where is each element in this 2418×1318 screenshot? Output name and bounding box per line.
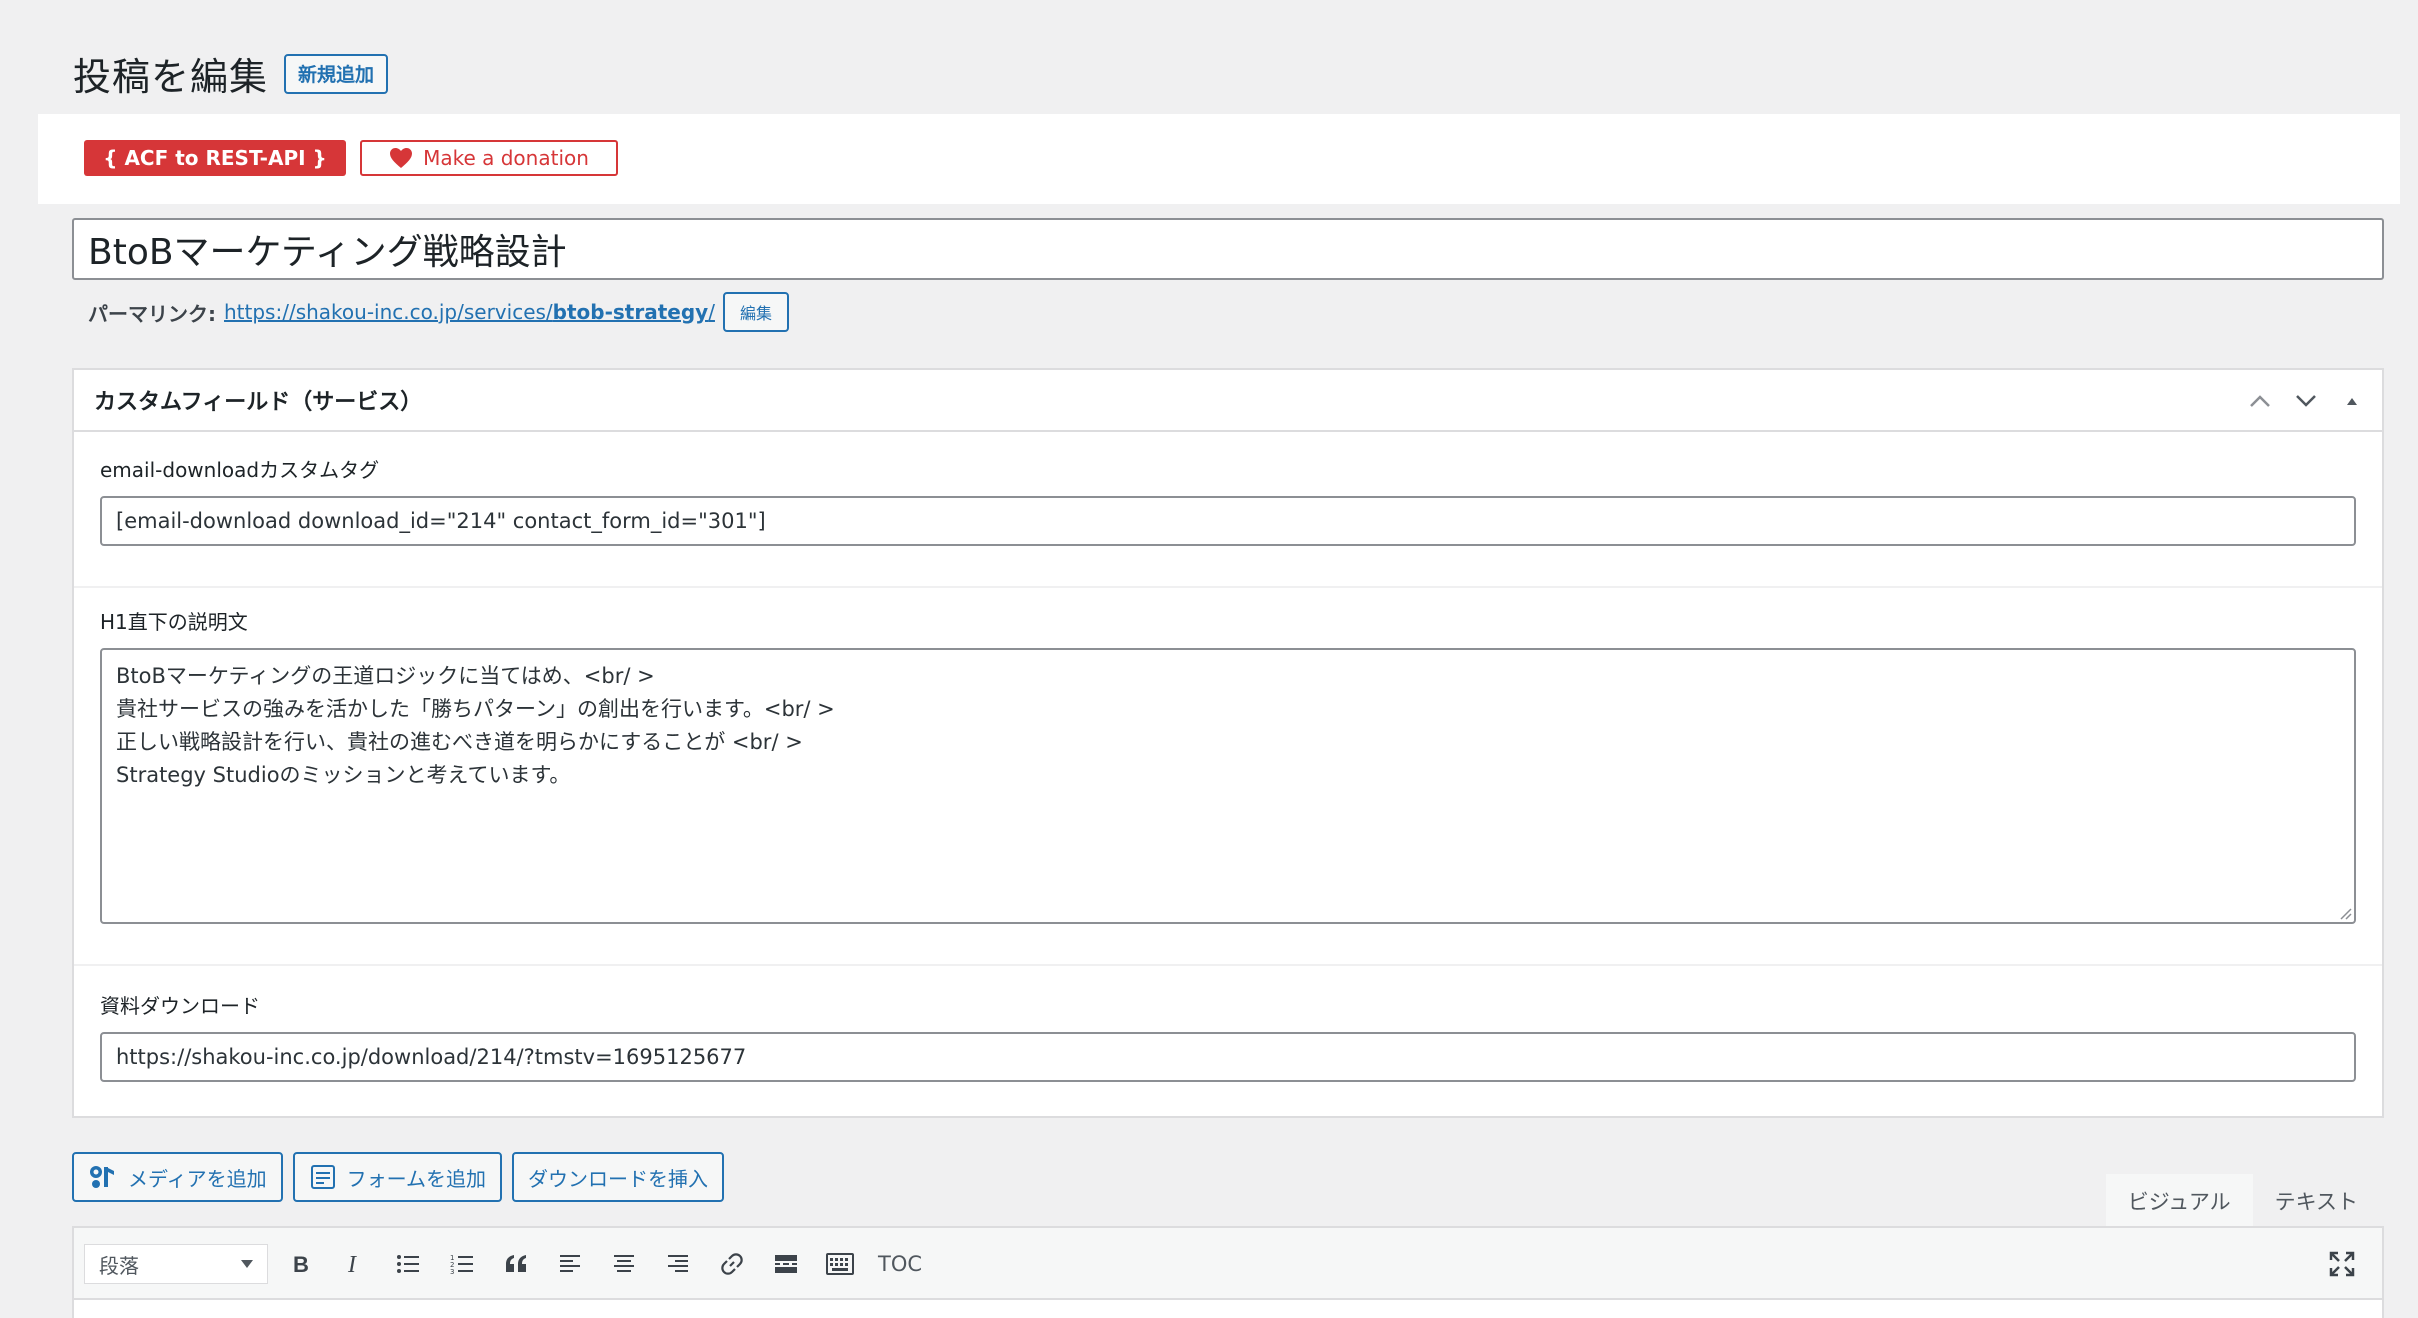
- italic-icon[interactable]: I: [332, 1242, 376, 1286]
- permalink-slug: btob-strategy: [552, 300, 709, 324]
- edit-post-page: 投稿を編集 新規追加 { ACF to REST-API } Make a do…: [38, 18, 2400, 1318]
- post-title-input[interactable]: BtoBマーケティング戦略設計: [72, 218, 2384, 280]
- make-donation-button[interactable]: Make a donation: [360, 140, 618, 176]
- download-url-input[interactable]: https://shakou-inc.co.jp/download/214/?t…: [100, 1032, 2356, 1082]
- editor-toolbar: 段落 B I 123 TOC: [72, 1226, 2384, 1300]
- permalink-edit-button[interactable]: 編集: [722, 292, 789, 332]
- toc-button[interactable]: TOC: [872, 1252, 928, 1276]
- fullscreen-icon[interactable]: [2320, 1242, 2364, 1286]
- add-form-button[interactable]: フォームを追加: [292, 1152, 503, 1202]
- permalink-label: パーマリンク:: [88, 301, 216, 326]
- toolbar-toggle-icon[interactable]: [818, 1242, 862, 1286]
- permalink-trailing: /: [708, 300, 715, 324]
- panel-controls: [2246, 370, 2366, 432]
- svg-text:3: 3: [450, 1268, 454, 1275]
- heart-icon: [390, 148, 413, 168]
- plugin-notice-bar: { ACF to REST-API } Make a donation: [38, 114, 2400, 204]
- permalink-link[interactable]: https://shakou-inc.co.jp/services/btob-s…: [224, 300, 715, 324]
- align-center-icon[interactable]: [602, 1242, 646, 1286]
- textarea-line: BtoBマーケティングの王道ロジックに当てはめ、<br/ >: [116, 664, 655, 688]
- field-label-h1-description: H1直下の説明文: [100, 610, 248, 634]
- custom-fields-panel: カスタムフィールド（サービス） email-downloadカスタムタグ [em…: [72, 368, 2384, 1118]
- add-form-label: フォームを追加: [346, 1166, 487, 1191]
- tab-visual[interactable]: ビジュアル: [2105, 1174, 2253, 1228]
- svg-text:B: B: [293, 1252, 309, 1276]
- link-icon[interactable]: [710, 1242, 754, 1286]
- insert-download-button[interactable]: ダウンロードを挿入: [512, 1152, 725, 1202]
- numbered-list-icon[interactable]: 123: [440, 1242, 484, 1286]
- add-media-label: メディアを追加: [128, 1166, 267, 1191]
- add-media-button[interactable]: メディアを追加: [72, 1152, 283, 1202]
- acf-to-rest-api-badge[interactable]: { ACF to REST-API }: [84, 140, 346, 176]
- format-select[interactable]: 段落: [84, 1244, 268, 1284]
- collapse-toggle-icon[interactable]: [2338, 387, 2366, 415]
- resize-grip-icon[interactable]: [2338, 906, 2352, 920]
- field-divider: [74, 586, 2382, 588]
- page-heading: 投稿を編集 新規追加: [73, 46, 389, 101]
- permalink: パーマリンク: https://shakou-inc.co.jp/service…: [88, 290, 789, 334]
- format-select-value: 段落: [99, 1253, 139, 1278]
- h1-description-textarea[interactable]: BtoBマーケティングの王道ロジックに当てはめ、<br/ > 貴社サービスの強み…: [100, 648, 2356, 924]
- textarea-line: 貴社サービスの強みを活かした「勝ちパターン」の創出を行います。<br/ >: [116, 697, 835, 721]
- media-buttons: メディアを追加 フォームを追加 ダウンロードを挿入: [72, 1152, 725, 1202]
- custom-fields-title: カスタムフィールド（サービス）: [94, 390, 423, 415]
- move-up-icon[interactable]: [2246, 387, 2274, 415]
- bold-icon[interactable]: B: [278, 1242, 322, 1286]
- align-left-icon[interactable]: [548, 1242, 592, 1286]
- align-right-icon[interactable]: [656, 1242, 700, 1286]
- field-divider: [74, 964, 2382, 966]
- field-label-email-download: email-downloadカスタムタグ: [100, 458, 380, 482]
- bullet-list-icon[interactable]: [386, 1242, 430, 1286]
- add-new-button[interactable]: 新規追加: [284, 53, 389, 94]
- editor-content-area[interactable]: [72, 1298, 2384, 1318]
- blockquote-icon[interactable]: [494, 1242, 538, 1286]
- textarea-line: 正しい戦略設計を行い、貴社の進むべき道を明らかにすることが <br/ >: [116, 730, 803, 754]
- editor-mode-tabs: ビジュアル テキスト: [2105, 1174, 2380, 1228]
- custom-fields-header: カスタムフィールド（サービス）: [74, 370, 2382, 432]
- svg-text:I: I: [347, 1252, 357, 1276]
- form-icon: [310, 1165, 335, 1189]
- page-title: 投稿を編集: [73, 55, 269, 99]
- read-more-icon[interactable]: [764, 1242, 808, 1286]
- dropdown-arrow-icon: [241, 1260, 253, 1268]
- move-down-icon[interactable]: [2292, 387, 2320, 415]
- media-icon: [90, 1166, 114, 1188]
- tab-text[interactable]: テキスト: [2252, 1174, 2380, 1228]
- email-download-tag-input[interactable]: [email-download download_id="214" contac…: [100, 496, 2356, 546]
- field-label-download-url: 資料ダウンロード: [100, 994, 260, 1018]
- permalink-base: https://shakou-inc.co.jp/services/: [224, 300, 553, 324]
- textarea-line: Strategy Studioのミッションと考えています。: [116, 763, 571, 787]
- donation-label: Make a donation: [423, 146, 589, 170]
